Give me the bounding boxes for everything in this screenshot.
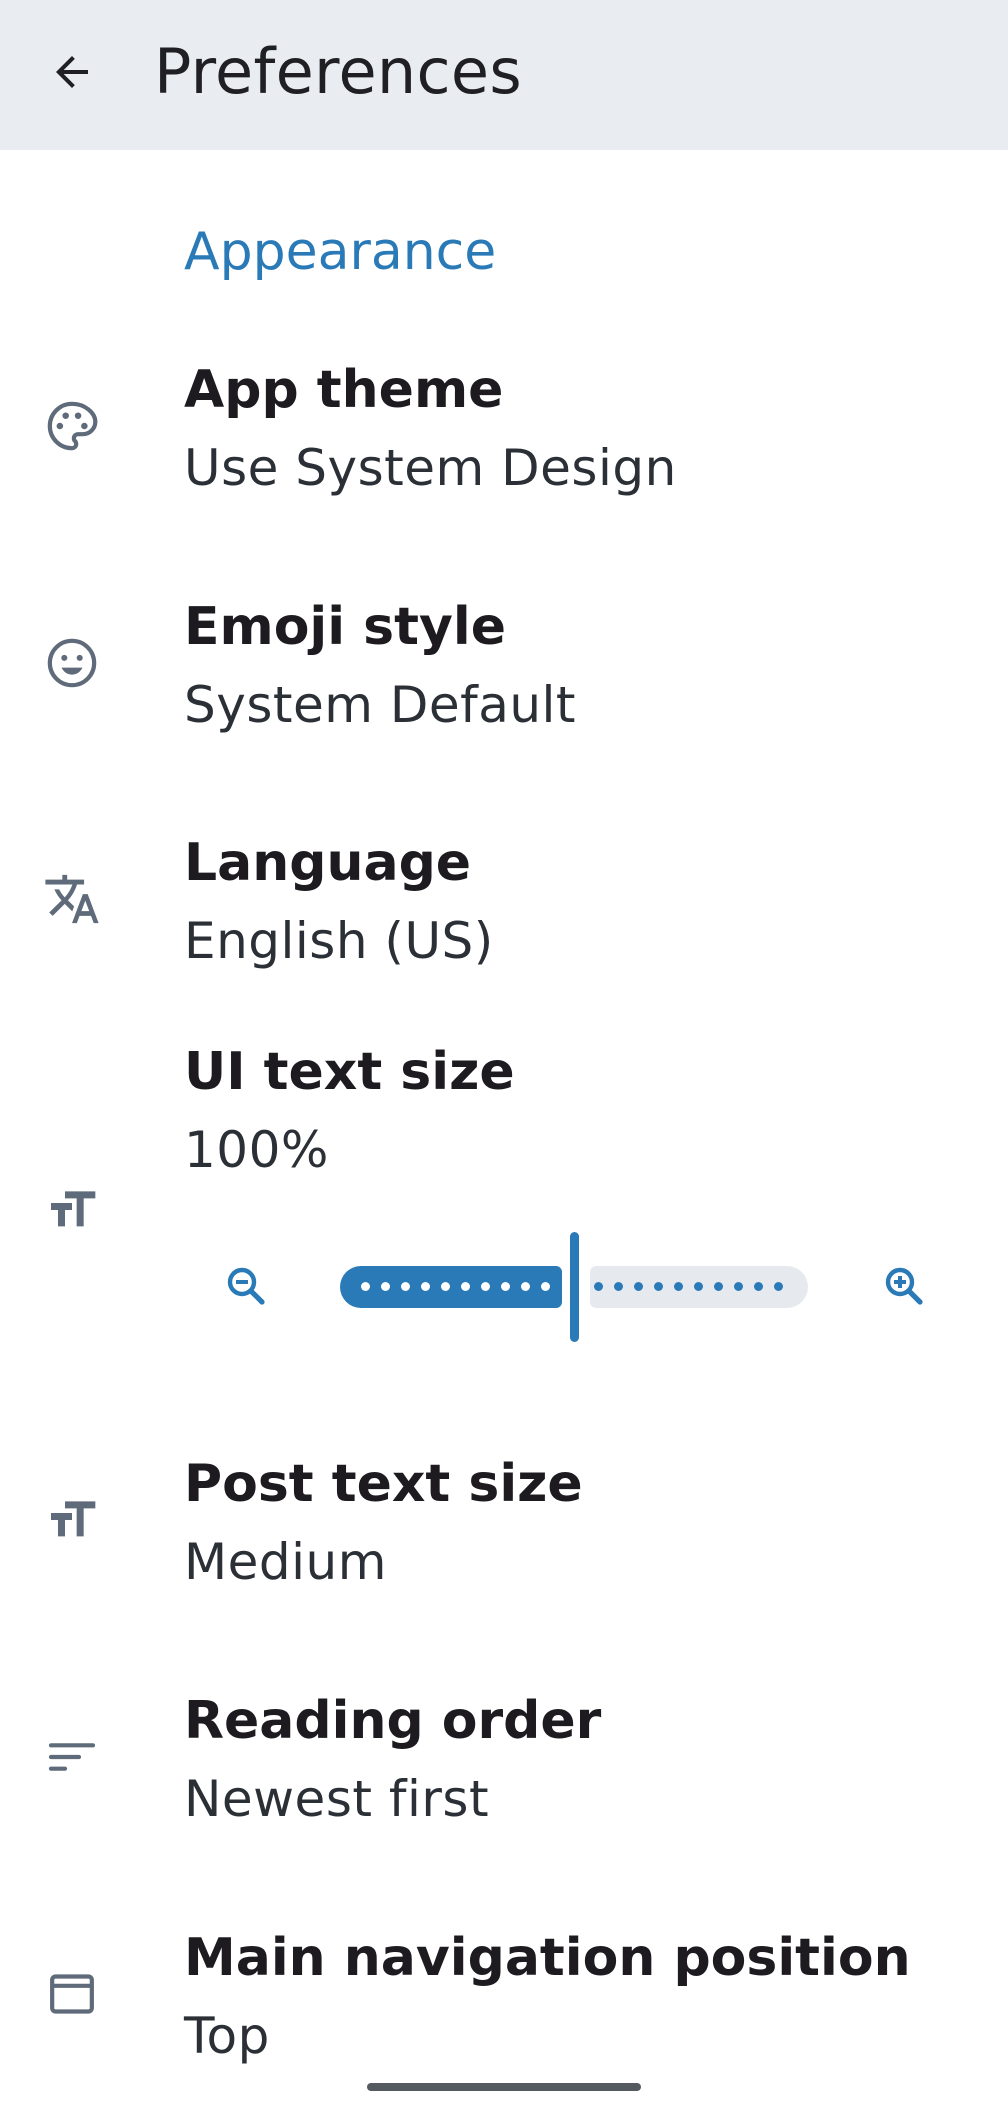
setting-value: Use System Design (184, 439, 677, 497)
zoom-out-icon (227, 1267, 265, 1305)
setting-reading-order[interactable]: Reading order Newest first (0, 1681, 1008, 1881)
setting-value: Medium (184, 1533, 387, 1591)
setting-title: Main navigation position (184, 1928, 911, 1988)
setting-ui-text-size: UI text size 100% (0, 1040, 1008, 1420)
setting-value: System Default (184, 676, 577, 734)
setting-main-navigation-position[interactable]: Main navigation position Top (0, 1918, 1008, 2088)
emoji-icon (36, 627, 108, 699)
setting-title: Post text size (184, 1454, 583, 1514)
zoom-out-button[interactable] (210, 1250, 282, 1322)
text-size-icon (36, 1484, 108, 1556)
translate-icon (36, 863, 108, 935)
sort-icon (36, 1721, 108, 1793)
gesture-nav-bar[interactable] (367, 2083, 641, 2091)
setting-language[interactable]: Language English (US) (0, 823, 1008, 1023)
setting-value: Top (184, 2007, 270, 2065)
page-title: Preferences (154, 35, 522, 108)
setting-title: App theme (184, 360, 504, 420)
slider-thumb[interactable] (570, 1232, 579, 1342)
window-icon (36, 1958, 108, 2030)
setting-emoji-style[interactable]: Emoji style System Default (0, 587, 1008, 787)
zoom-in-icon (885, 1267, 923, 1305)
top-app-bar: Preferences (0, 0, 1008, 150)
setting-title: UI text size (184, 1042, 515, 1102)
setting-title: Emoji style (184, 597, 506, 657)
setting-title: Language (184, 833, 472, 893)
setting-value: English (US) (184, 912, 494, 970)
setting-value: 100% (184, 1121, 329, 1179)
setting-app-theme[interactable]: App theme Use System Design (0, 350, 1008, 550)
setting-post-text-size[interactable]: Post text size Medium (0, 1444, 1008, 1644)
setting-value: Newest first (184, 1770, 490, 1828)
arrow-left-icon (56, 56, 88, 88)
back-button[interactable] (36, 36, 108, 108)
zoom-in-button[interactable] (868, 1250, 940, 1322)
setting-title: Reading order (184, 1691, 602, 1751)
text-size-icon (36, 1174, 108, 1246)
section-header-appearance: Appearance (184, 222, 497, 282)
palette-icon (36, 390, 108, 462)
